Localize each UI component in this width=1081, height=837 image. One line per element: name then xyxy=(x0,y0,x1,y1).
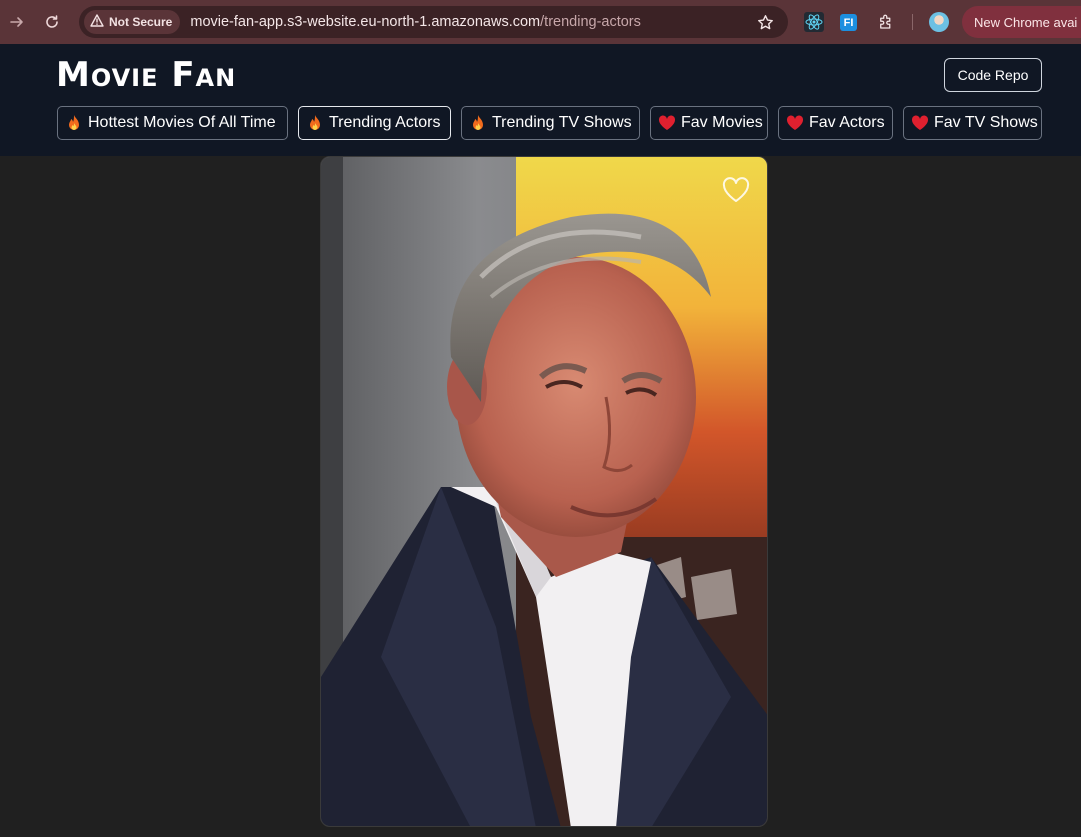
heart-icon xyxy=(657,113,677,133)
star-icon[interactable] xyxy=(756,13,774,31)
extension-fi-icon[interactable]: FI xyxy=(840,14,857,31)
address-bar[interactable]: Not Secure movie-fan-app.s3-website.eu-n… xyxy=(79,6,788,38)
app-header: Movie Fan Code Repo Hottest Movies Of Al… xyxy=(0,44,1081,156)
chrome-update-button[interactable]: New Chrome avai xyxy=(962,6,1081,38)
security-chip[interactable]: Not Secure xyxy=(84,10,181,34)
url-host: movie-fan-app.s3-website.eu-north-1.amaz… xyxy=(190,14,541,30)
tab-trending-tv-shows[interactable]: Trending TV Shows xyxy=(461,106,640,140)
fire-icon xyxy=(305,113,325,133)
tab-hottest-movies[interactable]: Hottest Movies Of All Time xyxy=(57,106,288,140)
toolbar-divider xyxy=(912,14,913,30)
tab-label: Fav Movies xyxy=(681,114,763,131)
favorite-heart-icon[interactable] xyxy=(722,177,750,203)
tab-label: Trending Actors xyxy=(329,114,441,131)
warning-icon xyxy=(90,14,104,30)
puzzle-icon[interactable] xyxy=(876,12,896,32)
profile-avatar[interactable] xyxy=(929,12,949,32)
url-text: movie-fan-app.s3-website.eu-north-1.amaz… xyxy=(190,14,641,30)
nav-tabs: Hottest Movies Of All Time Trending Acto… xyxy=(0,106,1081,140)
tab-fav-movies[interactable]: Fav Movies xyxy=(650,106,768,140)
browser-toolbar: Not Secure movie-fan-app.s3-website.eu-n… xyxy=(0,0,1081,44)
tab-label: Fav Actors xyxy=(809,114,885,131)
tab-label: Fav TV Shows xyxy=(934,114,1038,131)
heart-icon xyxy=(910,113,930,133)
react-icon[interactable] xyxy=(804,12,824,32)
fire-icon xyxy=(468,113,488,133)
reload-icon[interactable] xyxy=(43,13,61,31)
tab-fav-actors[interactable]: Fav Actors xyxy=(778,106,893,140)
tab-label: Trending TV Shows xyxy=(492,114,632,131)
code-repo-button[interactable]: Code Repo xyxy=(944,58,1042,92)
tab-fav-tv-shows[interactable]: Fav TV Shows xyxy=(903,106,1042,140)
tab-trending-actors[interactable]: Trending Actors xyxy=(298,106,451,140)
heart-icon xyxy=(785,113,805,133)
actor-photo xyxy=(321,157,767,826)
forward-icon[interactable] xyxy=(8,13,26,31)
fire-icon xyxy=(64,113,84,133)
app-title[interactable]: Movie Fan xyxy=(56,58,236,92)
actor-card[interactable] xyxy=(320,156,768,827)
url-path: /trending-actors xyxy=(540,14,641,30)
security-label: Not Secure xyxy=(109,15,173,29)
tab-label: Hottest Movies Of All Time xyxy=(88,114,276,131)
